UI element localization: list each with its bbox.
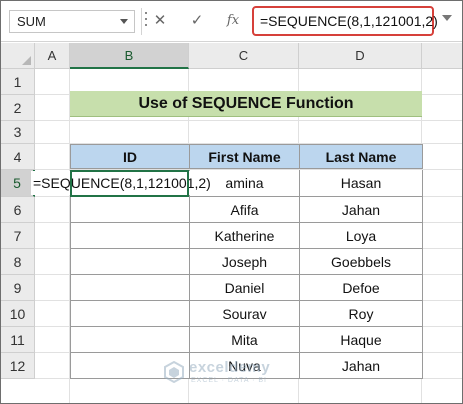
row-header-11[interactable]: 11: [1, 327, 35, 353]
first-name-cell[interactable]: Sourav: [189, 301, 300, 327]
first-name-cell[interactable]: Katherine: [189, 223, 300, 249]
row-header-12[interactable]: 12: [1, 353, 35, 379]
row-header-7[interactable]: 7: [1, 223, 35, 249]
last-name-cell[interactable]: Haque: [299, 327, 423, 353]
formula-input[interactable]: =SEQUENCE(8,1,121001,2): [252, 6, 438, 36]
formula-bar: SUM ✕ ✓ fx =SEQUENCE(8,1,121001,2): [1, 1, 462, 42]
row-header-6[interactable]: 6: [1, 197, 35, 223]
first-name-cell[interactable]: Joseph: [189, 249, 300, 275]
row-header-3[interactable]: 3: [1, 121, 35, 144]
row-header-2[interactable]: 2: [1, 95, 35, 121]
column-header-d[interactable]: D: [299, 43, 422, 69]
id-cell[interactable]: [70, 327, 190, 353]
column-header-a[interactable]: A: [35, 43, 70, 69]
last-name-cell[interactable]: Roy: [299, 301, 423, 327]
column-header-c[interactable]: C: [189, 43, 299, 69]
id-cell[interactable]: [70, 275, 190, 301]
exceldemy-logo-icon: [164, 361, 184, 383]
enter-icon[interactable]: ✓: [187, 11, 207, 31]
row-header-1[interactable]: 1: [1, 69, 35, 95]
cell-edit-text[interactable]: =SEQUENCE(8,1,121001,2): [31, 171, 213, 195]
header-last-name[interactable]: Last Name: [299, 144, 423, 169]
sheet-title[interactable]: Use of SEQUENCE Function: [70, 91, 422, 117]
watermark: exceldemy EXCEL · DATA · BI: [163, 357, 313, 391]
column-header-b[interactable]: B: [70, 43, 189, 69]
first-name-cell[interactable]: Daniel: [189, 275, 300, 301]
name-box[interactable]: SUM: [9, 10, 135, 33]
last-name-cell[interactable]: Jahan: [299, 197, 423, 223]
id-cell[interactable]: [70, 197, 190, 223]
last-name-cell[interactable]: Jahan: [299, 353, 423, 379]
watermark-tagline: EXCEL · DATA · BI: [191, 377, 267, 384]
row-header-10[interactable]: 10: [1, 301, 35, 327]
first-name-cell[interactable]: Afifa: [189, 197, 300, 223]
insert-function-icon[interactable]: fx: [223, 11, 243, 31]
header-id[interactable]: ID: [70, 144, 190, 169]
chevron-down-icon[interactable]: [120, 19, 128, 24]
id-cell[interactable]: [70, 249, 190, 275]
header-first-name[interactable]: First Name: [189, 144, 300, 169]
row-header-8[interactable]: 8: [1, 249, 35, 275]
last-name-cell[interactable]: Goebbels: [299, 249, 423, 275]
id-cell[interactable]: [70, 301, 190, 327]
row-header-4[interactable]: 4: [1, 144, 35, 170]
name-box-value: SUM: [17, 14, 46, 29]
select-all-icon: [22, 56, 31, 65]
select-all-button[interactable]: [1, 43, 35, 69]
id-cell[interactable]: [70, 223, 190, 249]
column-header-e[interactable]: [422, 43, 462, 69]
formula-bar-divider: [141, 8, 142, 35]
last-name-cell[interactable]: Hasan: [299, 170, 423, 197]
excel-window: SUM ✕ ✓ fx =SEQUENCE(8,1,121001,2) A B C…: [0, 0, 463, 404]
first-name-cell[interactable]: Mita: [189, 327, 300, 353]
watermark-name: exceldemy: [189, 359, 271, 376]
drag-handle-icon[interactable]: [144, 12, 148, 30]
row-header-5[interactable]: 5: [1, 170, 35, 197]
last-name-cell[interactable]: Loya: [299, 223, 423, 249]
last-name-cell[interactable]: Defoe: [299, 275, 423, 301]
expand-formula-bar-icon[interactable]: [442, 15, 452, 21]
cancel-icon[interactable]: ✕: [150, 11, 170, 31]
row-header-9[interactable]: 9: [1, 275, 35, 301]
